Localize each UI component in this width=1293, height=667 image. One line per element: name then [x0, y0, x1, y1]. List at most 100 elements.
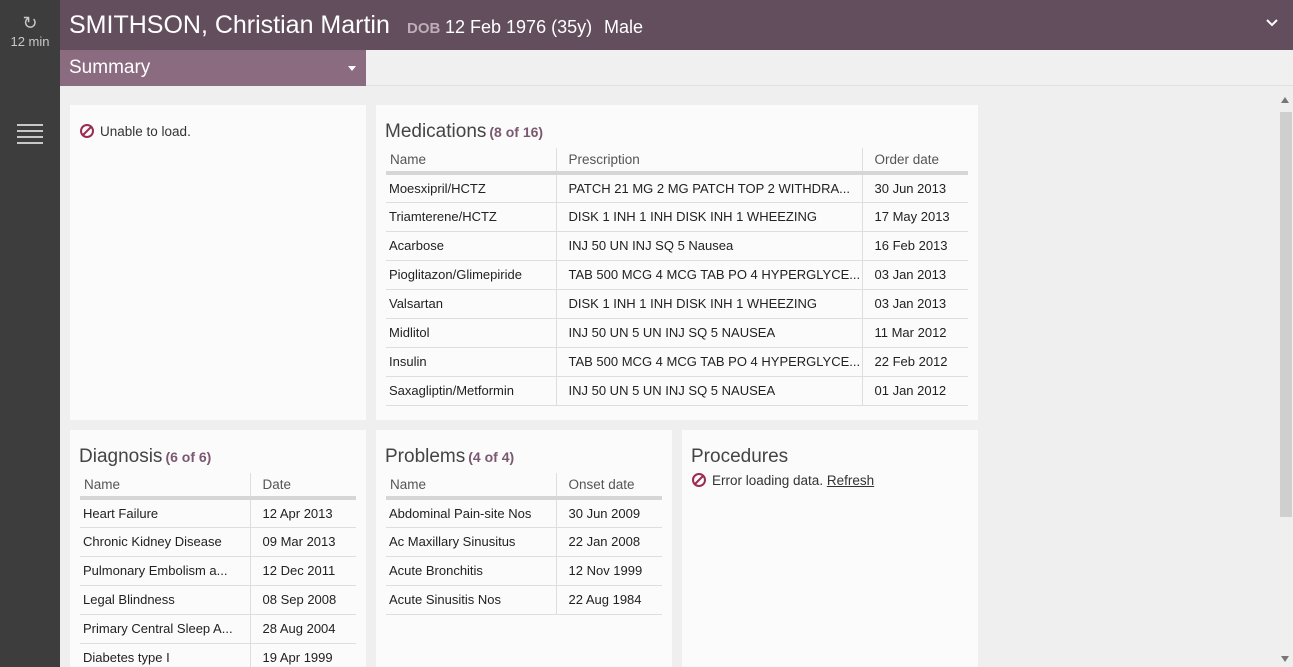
col-date[interactable]: Date — [249, 473, 356, 500]
sub-toolbar — [366, 50, 1293, 86]
scroll-up-arrow-icon[interactable] — [1281, 97, 1289, 103]
table-row[interactable]: Legal Blindness 08 Sep 2008 — [80, 585, 356, 615]
dob-value: 12 Feb 1976 (35y) — [445, 17, 593, 37]
medications-card: Medications (8 of 16) Name Prescription O… — [376, 105, 978, 420]
med-prescription: TAB 500 MCG 4 MCG TAB PO 4 HYPERGLYCE... — [555, 260, 862, 290]
med-name: Insulin — [386, 347, 556, 377]
patient-sex: Male — [604, 17, 644, 37]
table-row[interactable]: Valsartan DISK 1 INH 1 INH DISK INH 1 WHE… — [386, 289, 968, 319]
problems-card: Problems (4 of 4) Name Onset date Abdomin… — [376, 430, 672, 667]
medications-title: Medications (8 of 16) — [385, 121, 543, 143]
problem-onset-date: 30 Jun 2009 — [555, 498, 662, 528]
chevron-down-icon[interactable] — [1265, 16, 1279, 30]
problem-name: Ac Maxillary Sinusitus — [386, 527, 556, 557]
patient-header: SMITHSON, Christian Martin DOB 12 Feb 19… — [60, 0, 1293, 50]
patient-name: SMITHSON, Christian Martin — [69, 11, 390, 39]
diagnosis-card: Diagnosis (6 of 6) Name Date Heart Failur… — [70, 430, 366, 667]
diagnosis-count: (6 of 6) — [165, 449, 212, 465]
summary-dropdown[interactable]: Summary — [60, 50, 366, 86]
menu-list-icon[interactable] — [17, 124, 43, 144]
table-row[interactable]: Moesxipril/HCTZ PATCH 21 MG 2 MG PATCH TO… — [386, 173, 968, 203]
med-order-date: 16 Feb 2013 — [861, 231, 968, 261]
med-prescription: INJ 50 UN INJ SQ 5 Nausea — [555, 231, 862, 261]
scroll-down-arrow-icon[interactable] — [1281, 656, 1289, 662]
table-row[interactable]: Diabetes type I 19 Apr 1999 — [80, 643, 356, 667]
dob-label: DOB — [407, 20, 441, 37]
refresh-link[interactable]: Refresh — [827, 473, 874, 488]
med-order-date: 01 Jan 2012 — [861, 376, 968, 406]
med-name: Moesxipril/HCTZ — [386, 173, 556, 203]
diagnosis-title: Diagnosis (6 of 6) — [79, 446, 211, 468]
unavailable-card: Unable to load. — [70, 105, 366, 420]
med-name: Pioglitazon/Glimepiride — [386, 260, 556, 290]
col-name[interactable]: Name — [80, 473, 250, 500]
medications-table: Name Prescription Order date Moesxipril/… — [386, 148, 968, 406]
table-row[interactable]: Pioglitazon/Glimepiride TAB 500 MCG 4 MCG… — [386, 260, 968, 290]
table-row[interactable]: Acute Bronchitis 12 Nov 1999 — [386, 556, 662, 586]
diagnosis-name: Chronic Kidney Disease — [80, 527, 250, 557]
diagnosis-date: 08 Sep 2008 — [249, 585, 356, 615]
table-row[interactable]: Triamterene/HCTZ DISK 1 INH 1 INH DISK IN… — [386, 202, 968, 232]
diagnosis-date: 28 Aug 2004 — [249, 614, 356, 644]
med-prescription: PATCH 21 MG 2 MG PATCH TOP 2 WITHDRA... — [555, 173, 862, 203]
diagnosis-date: 19 Apr 1999 — [249, 643, 356, 667]
table-row[interactable]: Midlitol INJ 50 UN 5 UN INJ SQ 5 NAUSEA 11… — [386, 318, 968, 348]
diagnosis-name: Primary Central Sleep A... — [80, 614, 250, 644]
medications-count: (8 of 16) — [489, 124, 544, 140]
table-row[interactable]: Acute Sinusitis Nos 22 Aug 1984 — [386, 585, 662, 615]
med-prescription: INJ 50 UN 5 UN INJ SQ 5 NAUSEA — [555, 376, 862, 406]
problems-table: Name Onset date Abdominal Pain-site Nos 3… — [386, 473, 662, 615]
table-row[interactable]: Chronic Kidney Disease 09 Mar 2013 — [80, 527, 356, 557]
error-icon — [80, 124, 94, 138]
col-onset-date[interactable]: Onset date — [555, 473, 662, 500]
diagnosis-name: Pulmonary Embolism a... — [80, 556, 250, 586]
diagnosis-name: Legal Blindness — [80, 585, 250, 615]
caret-down-icon — [348, 66, 356, 71]
col-name[interactable]: Name — [386, 148, 556, 175]
diagnosis-date: 12 Apr 2013 — [249, 498, 356, 528]
problems-count: (4 of 4) — [468, 449, 515, 465]
col-prescription[interactable]: Prescription — [555, 148, 862, 175]
med-prescription: TAB 500 MCG 4 MCG TAB PO 4 HYPERGLYCE... — [555, 347, 862, 377]
problem-name: Abdominal Pain-site Nos — [386, 498, 556, 528]
med-name: Triamterene/HCTZ — [386, 202, 556, 232]
table-row[interactable]: Abdominal Pain-site Nos 30 Jun 2009 — [386, 498, 662, 528]
col-order-date[interactable]: Order date — [861, 148, 968, 175]
table-row[interactable]: Saxagliptin/Metformin INJ 50 UN 5 UN INJ … — [386, 376, 968, 406]
med-order-date: 03 Jan 2013 — [861, 260, 968, 290]
scroll-thumb[interactable] — [1280, 112, 1292, 517]
procedures-error: Error loading data. Refresh — [692, 473, 874, 488]
procedures-card: Procedures Error loading data. Refresh — [682, 430, 978, 667]
med-name: Midlitol — [386, 318, 556, 348]
refresh-button[interactable]: ↻ 12 min — [0, 14, 60, 49]
problem-onset-date: 22 Jan 2008 — [555, 527, 662, 557]
med-name: Valsartan — [386, 289, 556, 319]
procedures-title: Procedures — [691, 446, 789, 467]
unable-to-load-message: Unable to load. — [80, 124, 191, 139]
med-prescription: DISK 1 INH 1 INH DISK INH 1 WHEEZING — [555, 202, 862, 232]
diagnosis-name: Diabetes type I — [80, 643, 250, 667]
summary-label: Summary — [69, 57, 151, 78]
vertical-scrollbar[interactable] — [1278, 95, 1293, 667]
problems-title: Problems (4 of 4) — [385, 446, 514, 468]
med-name: Saxagliptin/Metformin — [386, 376, 556, 406]
diagnosis-date: 09 Mar 2013 — [249, 527, 356, 557]
table-row[interactable]: Acarbose INJ 50 UN INJ SQ 5 Nausea 16 Feb … — [386, 231, 968, 261]
left-rail: ↻ 12 min — [0, 0, 60, 667]
problem-onset-date: 22 Aug 1984 — [555, 585, 662, 615]
table-row[interactable]: Pulmonary Embolism a... 12 Dec 2011 — [80, 556, 356, 586]
med-name: Acarbose — [386, 231, 556, 261]
refresh-icon: ↻ — [22, 13, 38, 33]
table-row[interactable]: Heart Failure 12 Apr 2013 — [80, 498, 356, 528]
col-name[interactable]: Name — [386, 473, 556, 500]
table-row[interactable]: Insulin TAB 500 MCG 4 MCG TAB PO 4 HYPERG… — [386, 347, 968, 377]
table-row[interactable]: Ac Maxillary Sinusitus 22 Jan 2008 — [386, 527, 662, 557]
dashboard-content: Unable to load. Medications (8 of 16) Nam… — [60, 86, 1293, 667]
med-order-date: 30 Jun 2013 — [861, 173, 968, 203]
refresh-label: 12 min — [10, 34, 50, 49]
table-row[interactable]: Primary Central Sleep A... 28 Aug 2004 — [80, 614, 356, 644]
med-order-date: 17 May 2013 — [861, 202, 968, 232]
med-order-date: 22 Feb 2012 — [861, 347, 968, 377]
med-order-date: 11 Mar 2012 — [861, 318, 968, 348]
med-prescription: INJ 50 UN 5 UN INJ SQ 5 NAUSEA — [555, 318, 862, 348]
